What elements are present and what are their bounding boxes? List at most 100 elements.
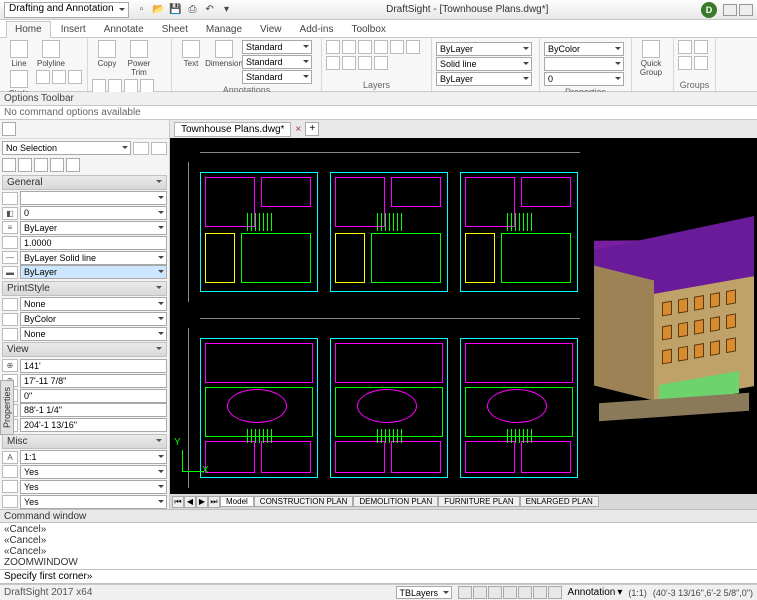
layer-field[interactable]: 0 (20, 206, 167, 220)
tab-sheet[interactable]: Sheet (154, 22, 196, 37)
layer-9-icon[interactable] (358, 56, 372, 70)
m1-field[interactable]: Yes (20, 465, 167, 479)
layer-10-icon[interactable] (374, 56, 388, 70)
draw-more-1-icon[interactable] (36, 70, 50, 84)
lineweight-field[interactable]: ByLayer (20, 265, 167, 279)
properties-side-tab[interactable]: Properties (0, 380, 14, 435)
doc-tab-close-icon[interactable]: × (295, 124, 301, 135)
modify-2-icon[interactable] (108, 79, 122, 93)
m3-field[interactable]: Yes (20, 495, 167, 509)
layer-2-icon[interactable] (342, 40, 356, 54)
textstyle-combo[interactable]: Standard (242, 40, 312, 54)
tool-1-icon[interactable] (2, 158, 16, 172)
layer-1-icon[interactable] (326, 40, 340, 54)
draw-more-2-icon[interactable] (52, 70, 66, 84)
tab-toolbox[interactable]: Toolbox (343, 22, 393, 37)
modify-4-icon[interactable] (140, 79, 154, 93)
tab-home[interactable]: Home (6, 21, 51, 38)
layer-lweight-combo[interactable]: ByLayer (436, 72, 532, 86)
anno-dropdown-icon[interactable]: ▾ (617, 587, 622, 598)
draw-more-3-icon[interactable] (68, 70, 82, 84)
line-button[interactable]: Line (4, 40, 34, 68)
selection-combo[interactable]: No Selection (2, 141, 131, 155)
tab-manage[interactable]: Manage (198, 22, 250, 37)
copy-button[interactable]: Copy (92, 40, 122, 77)
dimension-button[interactable]: Dimension (209, 40, 239, 84)
layer-4-icon[interactable] (374, 40, 388, 54)
tab-insert[interactable]: Insert (53, 22, 94, 37)
maximize-button[interactable] (739, 4, 753, 16)
tool-4-icon[interactable] (50, 158, 64, 172)
prop-bycolor-combo[interactable]: ByColor (544, 42, 624, 56)
modify-1-icon[interactable] (92, 79, 106, 93)
linetype-field[interactable]: ByLayer (20, 221, 167, 235)
grid-toggle[interactable] (473, 586, 487, 599)
layout-tab-furniture[interactable]: FURNITURE PLAN (438, 496, 519, 507)
new-icon[interactable]: ▫ (135, 3, 149, 17)
text-button[interactable]: Text (176, 40, 206, 84)
add-doc-button[interactable]: + (305, 122, 319, 136)
prop-combo-3[interactable]: 0 (544, 72, 624, 86)
cx-field[interactable]: 141' (20, 359, 167, 373)
groups-2-icon[interactable] (694, 40, 708, 54)
etrack-toggle[interactable] (533, 586, 547, 599)
tablestyle-combo[interactable]: Standard (242, 70, 312, 84)
tab-annotate[interactable]: Annotate (96, 22, 152, 37)
layout-tab-model[interactable]: Model (220, 496, 254, 507)
ortho-toggle[interactable] (488, 586, 502, 599)
quickselect-icon[interactable] (133, 142, 149, 155)
tool-2-icon[interactable] (18, 158, 32, 172)
layout-first-icon[interactable]: ⏮ (172, 496, 184, 508)
powertrim-button[interactable]: Power Trim (124, 40, 154, 77)
layer-5-icon[interactable] (390, 40, 404, 54)
m2-field[interactable]: Yes (20, 480, 167, 494)
tool-3-icon[interactable] (34, 158, 48, 172)
prop-combo-2[interactable] (544, 57, 624, 71)
esnap-toggle[interactable] (518, 586, 532, 599)
layout-last-icon[interactable]: ⏭ (208, 496, 220, 508)
ps3-field[interactable]: None (20, 327, 167, 341)
cz-field[interactable]: 0" (20, 389, 167, 403)
undo-icon[interactable]: ↶ (203, 3, 217, 17)
pickadd-icon[interactable] (151, 142, 167, 155)
polar-toggle[interactable] (503, 586, 517, 599)
section-general[interactable]: General (2, 175, 167, 190)
quickgroup-button[interactable]: Quick Group (636, 40, 666, 77)
save-icon[interactable]: 💾 (169, 3, 183, 17)
panel-pin-icon[interactable] (2, 122, 16, 136)
groups-4-icon[interactable] (694, 56, 708, 70)
h-field[interactable]: 88'-1 1/4" (20, 403, 167, 417)
layout-next-icon[interactable]: ▶ (196, 496, 208, 508)
linescale-field[interactable]: 1.0000 (20, 236, 167, 250)
minimize-button[interactable] (723, 4, 737, 16)
section-view[interactable]: View (2, 342, 167, 357)
polyline-button[interactable]: Polyline (36, 40, 66, 68)
section-printstyle[interactable]: PrintStyle (2, 281, 167, 296)
dimstyle-combo[interactable]: Standard (242, 55, 312, 69)
layout-tab-demolition[interactable]: DEMOLITION PLAN (353, 496, 438, 507)
groups-3-icon[interactable] (678, 56, 692, 70)
lwt-toggle[interactable] (548, 586, 562, 599)
ps2-field[interactable]: ByColor (20, 312, 167, 326)
color-field[interactable] (20, 191, 167, 205)
modify-3-icon[interactable] (124, 79, 138, 93)
open-icon[interactable]: 📂 (152, 3, 166, 17)
w-field[interactable]: 204'-1 13/16" (20, 418, 167, 432)
layer-3-icon[interactable] (358, 40, 372, 54)
qat-dropdown-icon[interactable]: ▾ (220, 3, 234, 17)
tool-5-icon[interactable] (66, 158, 80, 172)
print-icon[interactable]: ⎙ (186, 3, 200, 17)
scale-field[interactable]: 1:1 (20, 450, 167, 464)
drawing-canvas[interactable]: Y X (170, 138, 757, 494)
workspace-selector[interactable]: Drafting and Annotation (4, 2, 129, 18)
tab-view[interactable]: View (252, 22, 290, 37)
layout-tab-construction[interactable]: CONSTRUCTION PLAN (254, 496, 354, 507)
layer-8-icon[interactable] (342, 56, 356, 70)
groups-1-icon[interactable] (678, 40, 692, 54)
ps1-field[interactable]: None (20, 297, 167, 311)
layout-tab-enlarged[interactable]: ENLARGED PLAN (520, 496, 599, 507)
doc-tab[interactable]: Townhouse Plans.dwg* (174, 122, 291, 137)
tab-addins[interactable]: Add-ins (292, 22, 342, 37)
layer-bylayer-combo[interactable]: ByLayer (436, 42, 532, 56)
tblayers-combo[interactable]: TBLayers (396, 586, 452, 599)
